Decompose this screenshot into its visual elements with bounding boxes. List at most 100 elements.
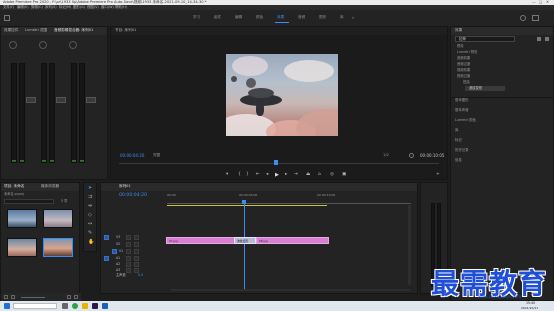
thumbnail-zoom-slider[interactable] [21,297,45,298]
sequence-tab[interactable]: 序列01 [119,184,131,189]
word-icon[interactable] [102,303,108,309]
effects-panel-title[interactable]: 效果 [455,28,462,33]
section-lumetri-color[interactable]: Lumetri 颜色 [455,118,476,122]
tree-item-distort[interactable]: 扭曲 [463,80,470,84]
tab-audio-clip-mixer[interactable]: 音频剪辑混合器: 序列01 [54,28,93,33]
settings-icon[interactable] [409,153,414,158]
workspace-graphics[interactable]: 图形 [319,15,326,20]
tab-effect-controls[interactable]: 效果控件 [4,28,18,33]
section-history[interactable]: 历史记录 [455,148,469,152]
menu-graphics[interactable]: 图形(G) [73,5,85,9]
menu-sequence[interactable]: 序列(S) [45,5,57,9]
source-patch-a[interactable] [104,256,109,261]
delete-icon[interactable] [545,37,549,41]
more-workspaces-icon[interactable]: » [352,16,354,20]
menu-window[interactable]: 窗口(W) [101,5,114,9]
chrome-icon[interactable] [72,303,78,309]
workspace-effects[interactable]: 效果 [277,15,284,20]
tab-media-browser[interactable]: 媒体浏览器 [41,184,59,189]
section-info[interactable]: 信息 [455,158,462,162]
monitor-playhead[interactable] [274,160,278,165]
clock-date[interactable]: 2021/10/11 [521,306,538,310]
track-lock-v2[interactable] [126,242,131,247]
menu-help[interactable]: 帮助(H) [115,5,127,9]
section-essential-graphics[interactable]: 基本图形 [455,98,469,102]
premiere-taskbar-icon[interactable] [92,303,98,309]
home-icon[interactable] [4,15,10,21]
project-panel-title[interactable]: 项目: 未命名 [4,184,24,189]
transition-wave-warp[interactable]: 波纹变形 [234,237,256,244]
taskbar-search-box[interactable] [13,303,57,309]
section-markers[interactable]: 标记 [455,138,462,142]
project-thumb-3[interactable] [7,238,37,257]
timeline-timecode[interactable]: 00:00:04:20 [119,193,147,199]
pan-knob-a3[interactable] [69,41,77,49]
timeline-vertical-scrollbar[interactable] [408,205,411,285]
track-solo-a2[interactable] [134,262,139,267]
step-forward-icon[interactable]: ▸ [285,172,287,178]
tree-item-presets[interactable]: 预设 [457,44,464,48]
pen-tool-icon[interactable]: ✎ [88,231,92,236]
task-view-icon[interactable] [62,303,68,309]
project-thumb-2[interactable] [43,209,73,228]
workspace-color[interactable]: 颜色 [256,15,263,20]
monitor-scrub-bar[interactable] [119,163,439,164]
master-volume-value[interactable]: 0.0 [138,273,143,277]
workspace-libraries[interactable]: 库 [340,15,344,20]
menu-marker[interactable]: 标记(M) [59,5,71,9]
clip-07[interactable]: 07.jpg [166,237,244,244]
trash-icon[interactable] [74,295,78,299]
go-to-in-icon[interactable]: ⇤ [256,172,260,178]
lift-icon[interactable]: ⏏ [306,172,310,178]
search-icon[interactable] [520,15,526,21]
start-icon[interactable] [4,303,10,309]
menu-view[interactable]: 视图(V) [87,5,99,9]
share-icon[interactable] [532,15,539,21]
tab-lumetri-scopes[interactable]: Lumetri 范围 [25,28,47,33]
track-eye-v2[interactable] [134,242,139,247]
file-explorer-icon[interactable] [82,303,88,309]
volume-fader-a2[interactable] [56,97,66,103]
menu-edit[interactable]: 编辑(E) [17,5,29,9]
track-mute-a1[interactable] [126,256,131,261]
menu-file[interactable]: 文件(F) [3,5,14,9]
work-area-bar[interactable] [167,205,327,206]
tree-item-wave-warp[interactable]: 波纹变形 [469,86,482,90]
effects-search-input[interactable]: 拉伸 [455,36,515,42]
track-eye-v3[interactable] [134,235,139,240]
workspace-assembly[interactable]: 组件 [214,15,221,20]
icon-view-icon[interactable] [11,295,15,299]
tree-item-video-effects[interactable]: 视频效果 [457,68,470,72]
mark-in-icon[interactable]: { [238,172,241,178]
razor-tool-icon[interactable]: ◇ [88,213,92,218]
track-mute-a3[interactable] [126,268,131,273]
hand-tool-icon[interactable]: ✋ [88,240,94,245]
new-bin-icon[interactable] [537,37,541,41]
clip-08[interactable]: 08.jpg [256,237,329,244]
button-editor-icon[interactable]: + [436,172,440,178]
timeline-horizontal-scrollbar[interactable] [170,289,410,291]
tree-item-audio-transitions[interactable]: 音频过渡 [457,62,470,66]
program-timecode[interactable]: 00:00:04:20 [120,154,144,158]
go-to-out-icon[interactable]: ⇥ [294,172,298,178]
menu-clip[interactable]: 剪辑(C) [31,5,43,9]
track-solo-a1[interactable] [134,256,139,261]
new-item-icon[interactable] [67,295,71,299]
workspace-editing[interactable]: 编辑 [235,15,242,20]
mark-out-icon[interactable]: } [246,172,249,178]
add-marker-icon[interactable]: ▾ [226,172,228,178]
track-target-v1[interactable] [112,249,117,254]
section-libraries[interactable]: 库 [455,128,458,132]
project-search-input[interactable] [4,199,54,204]
list-view-icon[interactable] [4,295,8,299]
track-lock-v1[interactable] [126,249,131,254]
pan-knob-a2[interactable] [39,41,47,49]
pan-knob-a1[interactable] [9,41,17,49]
fit-zoom-select[interactable]: 完整 [153,153,160,158]
volume-fader-a3[interactable] [86,97,96,103]
resolution-select[interactable]: 1/2 [383,153,389,158]
tree-item-video-transitions[interactable]: 视频过渡 [457,74,470,78]
export-frame-icon[interactable]: ◎ [330,172,334,178]
tree-item-lumetri-presets[interactable]: Lumetri 预设 [457,50,477,54]
track-select-tool-icon[interactable]: ⇉ [88,195,92,200]
